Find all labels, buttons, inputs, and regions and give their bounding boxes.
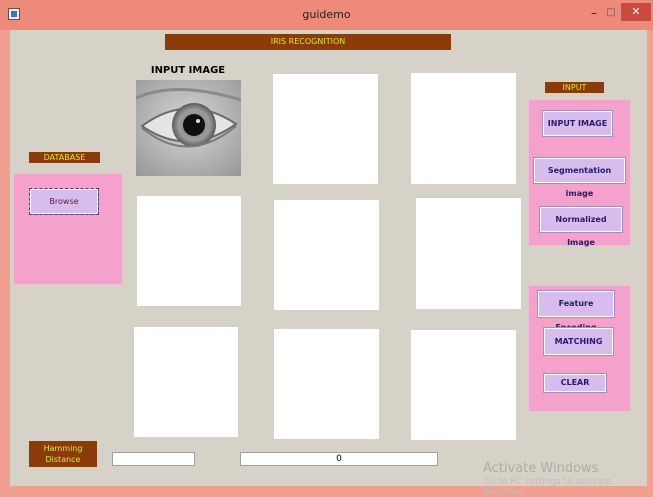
- output-axes-5: [274, 200, 379, 310]
- input-label: INPUT: [545, 82, 604, 93]
- close-button[interactable]: ✕: [621, 3, 651, 21]
- maximize-button[interactable]: □: [603, 4, 619, 22]
- hamming-distance-field[interactable]: [112, 452, 195, 466]
- normalized-image-button[interactable]: Normalized Image: [539, 206, 623, 247]
- activate-windows-subtitle: Go to PC settings to activate Windows.: [483, 477, 612, 497]
- window-title: guidemo: [302, 8, 351, 21]
- input-image-heading: INPUT IMAGE: [150, 65, 226, 76]
- hamming-distance-label: Hamming Distance: [29, 441, 97, 467]
- segmentation-image-button[interactable]: Segmentation image: [533, 157, 626, 198]
- input-image-button[interactable]: INPUT IMAGE: [542, 110, 613, 137]
- output-axes-7: [134, 327, 238, 437]
- output-axes-6: [416, 198, 521, 309]
- result-field[interactable]: 0: [240, 452, 438, 466]
- output-axes-8: [274, 329, 379, 439]
- output-axes-4: [137, 196, 241, 306]
- browse-button[interactable]: Browse: [29, 188, 99, 215]
- clear-button[interactable]: CLEAR: [543, 373, 607, 393]
- title-banner: IRIS RECOGNITION: [165, 34, 451, 50]
- database-label: DATABASE: [29, 152, 100, 163]
- eye-image: [136, 80, 241, 176]
- output-axes-9: [411, 330, 516, 440]
- input-eye-image: [136, 80, 241, 176]
- matching-button[interactable]: MATCHING: [543, 327, 614, 356]
- output-axes-2: [273, 74, 378, 184]
- output-axes-3: [411, 73, 516, 184]
- activate-windows-watermark: Activate Windows: [483, 461, 599, 476]
- minimize-button[interactable]: –: [586, 4, 602, 22]
- feature-encoding-button[interactable]: Feature Encoding: [537, 290, 615, 332]
